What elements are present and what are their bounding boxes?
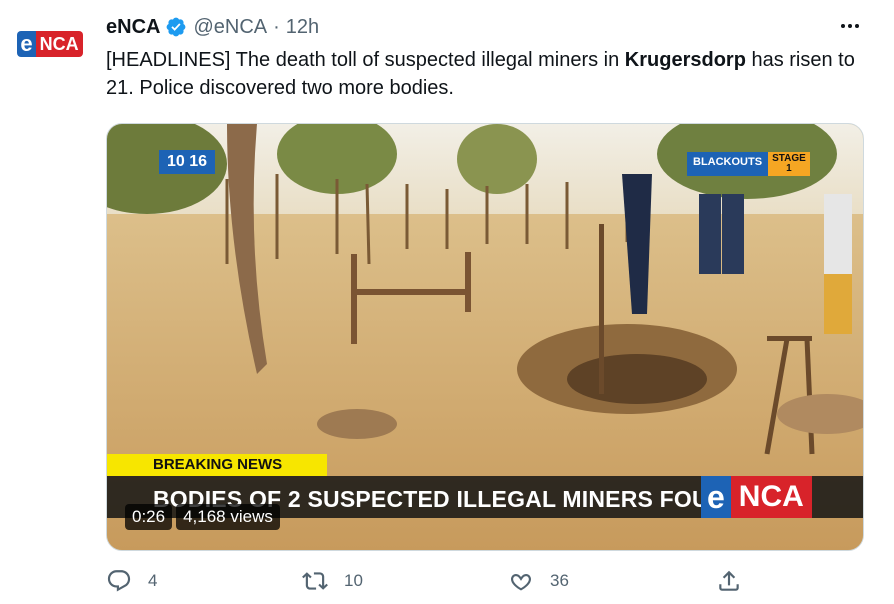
- video-logo-e: e: [701, 476, 731, 518]
- stage-label: STAGE 1: [768, 152, 810, 176]
- like-button[interactable]: 36: [508, 568, 569, 594]
- video-player[interactable]: 10 16 BLACKOUTS STAGE 1 BREAKING NEWS BO…: [106, 123, 864, 551]
- tweet-header: eNCA @eNCA · 12h: [106, 14, 319, 40]
- more-icon[interactable]: [838, 16, 862, 36]
- breaking-news-bar: BREAKING NEWS: [107, 454, 327, 476]
- logo-e: e: [17, 31, 36, 57]
- share-icon: [719, 570, 739, 591]
- retweet-count: 10: [344, 571, 363, 590]
- tweet-text-bold: Krugersdorp: [624, 49, 746, 71]
- share-button[interactable]: [716, 568, 742, 594]
- video-duration: 0:26: [125, 504, 173, 530]
- separator-dot: ·: [273, 16, 280, 38]
- tweet-text-part: [HEADLINES] The death toll of suspected …: [106, 49, 625, 71]
- enca-logo: e NCA: [17, 31, 83, 57]
- retweet-icon: [302, 572, 328, 590]
- video-meta: 0:26 4,168 views: [125, 504, 280, 530]
- author-handle[interactable]: @eNCA: [193, 14, 267, 40]
- reply-count: 4: [148, 571, 158, 590]
- tweet-time[interactable]: 12h: [286, 14, 319, 40]
- like-count: 36: [550, 571, 569, 590]
- reply-icon: [107, 570, 131, 592]
- reply-button[interactable]: 4: [106, 568, 157, 594]
- blackout-badge: BLACKOUTS STAGE 1: [687, 152, 810, 176]
- like-icon: [510, 573, 532, 591]
- author-name[interactable]: eNCA: [106, 14, 160, 40]
- verified-badge-icon: [165, 16, 187, 38]
- blackouts-label: BLACKOUTS: [687, 152, 769, 176]
- video-logo: e NCA: [701, 476, 812, 518]
- logo-nca: NCA: [35, 31, 83, 57]
- video-clock: 10 16: [159, 150, 216, 174]
- stage-value: 1: [786, 163, 792, 174]
- video-views: 4,168 views: [176, 504, 280, 530]
- tweet-text: [HEADLINES] The death toll of suspected …: [106, 46, 876, 102]
- retweet-button[interactable]: 10: [302, 568, 363, 594]
- video-logo-nca: NCA: [730, 476, 812, 518]
- tweet-actions: 4 10 36: [106, 568, 856, 600]
- avatar[interactable]: e NCA: [14, 24, 86, 64]
